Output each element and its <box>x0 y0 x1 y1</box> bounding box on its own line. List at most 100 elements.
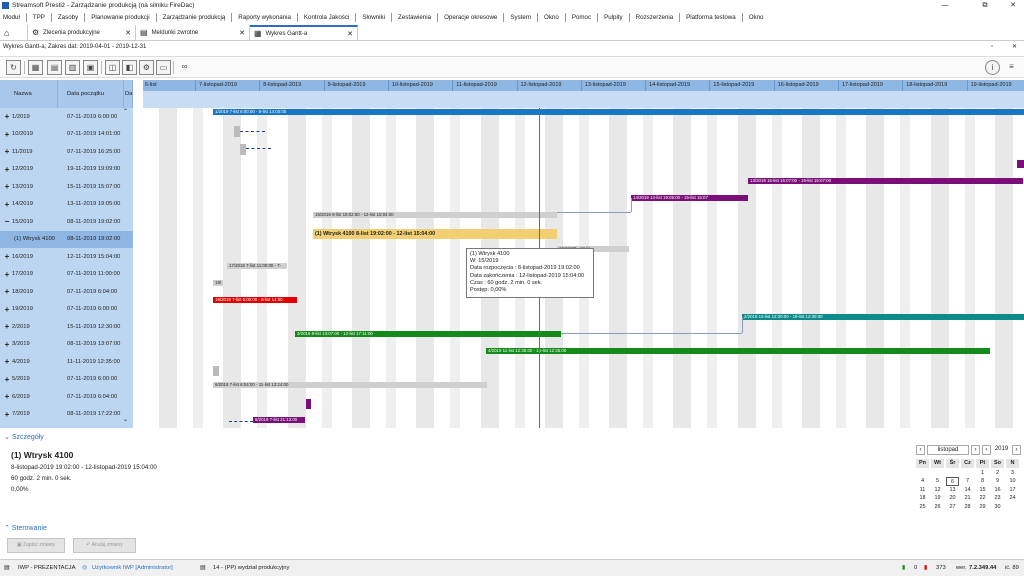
tab-home[interactable]: ⌂ <box>0 25 28 40</box>
calendar-day[interactable]: 5 <box>931 477 944 486</box>
expand-toggle-icon[interactable]: + <box>3 357 11 366</box>
expand-toggle-icon[interactable]: + <box>3 200 11 209</box>
view-icon[interactable]: ▥ <box>65 60 80 75</box>
expand-toggle-icon[interactable]: + <box>3 392 11 401</box>
calendar-day[interactable]: 2 <box>991 469 1004 478</box>
menu-item-zasoby[interactable]: Zasoby <box>58 14 78 21</box>
calendar-day[interactable]: 25 <box>916 503 929 512</box>
calendar-day[interactable]: 21 <box>961 494 974 503</box>
table-row[interactable]: +2/2019 15-11-2019 12:30:00 <box>0 318 133 336</box>
menu-item-kontrola[interactable]: Kontrola Jakości <box>304 14 349 21</box>
expand-toggle-icon[interactable]: + <box>3 287 11 296</box>
close-icon[interactable]: ✕ <box>347 30 353 38</box>
calendar-day[interactable]: 9 <box>991 477 1004 486</box>
expand-toggle-icon[interactable]: + <box>3 112 11 121</box>
calendar-day[interactable]: 29 <box>976 503 989 512</box>
table-row[interactable]: +14/2019 13-11-2019 19:05:00 <box>0 196 133 214</box>
menu-item-pulpity[interactable]: Pulpity <box>604 14 623 21</box>
restore-icon[interactable]: ▫ <box>991 42 993 53</box>
tab-zlecenia[interactable]: ⚙ Zlecenia produkcyjne ✕ <box>28 25 136 40</box>
expand-toggle-icon[interactable]: + <box>3 147 11 156</box>
calendar-day[interactable]: 7 <box>961 477 974 486</box>
close-icon[interactable]: ✕ <box>239 29 245 37</box>
calendar-day[interactable]: 16 <box>991 486 1004 495</box>
table-row[interactable]: +8/201907-11-2019 21:13:00 <box>0 423 133 428</box>
calendar-day[interactable]: 22 <box>976 494 989 503</box>
expand-toggle-icon[interactable]: + <box>3 410 11 419</box>
save-icon[interactable]: ▣ <box>83 60 98 75</box>
expand-toggle-icon[interactable]: + <box>3 375 11 384</box>
document-red-icon[interactable]: ▮ <box>924 565 927 571</box>
menu-item-okno-2[interactable]: Okno <box>749 14 764 21</box>
calendar-day[interactable]: 27 <box>946 503 959 512</box>
calendar-day[interactable]: 14 <box>961 486 974 495</box>
calendar-day[interactable]: 20 <box>946 494 959 503</box>
expand-toggle-icon[interactable]: + <box>3 270 11 279</box>
expand-toggle-icon[interactable]: + <box>3 427 11 428</box>
menu-item-modul[interactable]: Moduł <box>3 14 20 21</box>
table-row[interactable]: −15/2019 08-11-2019 19:02:00 <box>0 213 133 231</box>
table-row[interactable]: +16/2019 12-11-2019 15:04:00 <box>0 248 133 266</box>
calendar-day[interactable]: 24 <box>1006 494 1019 503</box>
column-header-extra[interactable]: Da <box>124 80 133 108</box>
close-button[interactable]: ✕ <box>1002 0 1024 11</box>
calendar-day[interactable]: 15 <box>976 486 989 495</box>
expand-toggle-icon[interactable]: − <box>3 217 11 226</box>
table-row[interactable]: +4/2019 11-11-2019 12:35:00 <box>0 353 133 371</box>
menu-icon[interactable]: ≡ <box>1004 60 1019 75</box>
menu-item-zarzadzanie[interactable]: Zarządzanie produkcją <box>163 14 226 21</box>
gantt-milestone-5[interactable] <box>213 366 219 376</box>
expand-toggle-icon[interactable]: + <box>3 305 11 314</box>
table-row[interactable]: +7/2019 08-11-2019 17:22:00 <box>0 406 133 424</box>
table-row[interactable]: +13/2019 15-11-2019 15:07:00 <box>0 178 133 196</box>
calendar-day[interactable]: 8 <box>976 477 989 486</box>
expand-toggle-icon[interactable]: + <box>3 182 11 191</box>
next-year-button[interactable]: › <box>1012 445 1021 455</box>
calendar-day[interactable]: 30 <box>991 503 1004 512</box>
calendar-day[interactable]: 11 <box>916 486 929 495</box>
gantt-bar-18[interactable]: 18/ <box>213 280 223 286</box>
calendar-day[interactable]: 23 <box>991 494 1004 503</box>
table-row[interactable]: +12/2019 19-11-2019 19:09:00 <box>0 161 133 179</box>
calendar-day[interactable]: 28 <box>961 503 974 512</box>
grid-scrollbar[interactable]: ⌃ ⌄ <box>122 108 130 428</box>
gantt-bar-2[interactable]: 2/2019 15-list 12:30:00 - 19-list 12:30:… <box>742 314 1024 320</box>
expand-toggle-icon[interactable]: + <box>3 252 11 261</box>
menu-item-zestawienia[interactable]: Zestawienia <box>398 14 431 21</box>
layout-icon[interactable]: ◧ <box>122 60 137 75</box>
close-icon[interactable]: ✕ <box>125 29 131 37</box>
gantt-bar-15[interactable]: 15/2019 8-list 19:02:00 - 12-list 15:04:… <box>313 212 557 218</box>
column-header-name[interactable]: Nazwa <box>0 80 58 108</box>
save-changes-button[interactable]: ▣ Zapisz zmiany <box>7 538 65 553</box>
prev-year-button[interactable]: ‹ <box>982 445 991 455</box>
tab-meldunki[interactable]: ▤ Meldunki zwrotne ✕ <box>136 25 250 40</box>
gantt-bar-4[interactable]: 4/2019 11-list 12:35:00 - 15-list 12:35:… <box>486 348 990 354</box>
expand-toggle-icon[interactable]: + <box>3 165 11 174</box>
menu-item-raporty[interactable]: Raporty wykonania <box>238 14 291 21</box>
calendar-day[interactable]: 12 <box>931 486 944 495</box>
table-row[interactable]: +1/2019 07-11-2019 6:00:00 <box>0 108 133 126</box>
chevron-up-icon[interactable]: ⌃ <box>123 108 128 115</box>
table-row[interactable]: +19/2019 07-11-2019 6:00:00 <box>0 301 133 319</box>
maximize-button[interactable]: ⧉ <box>974 0 996 11</box>
chevron-down-icon[interactable]: ⌄ <box>123 416 128 423</box>
gantt-bar-6[interactable]: 6/2019 7-list 6:04:00 - 11-list 13:24:00 <box>213 382 487 388</box>
table-row[interactable]: +6/2019 07-11-2019 6:04:00 <box>0 388 133 406</box>
info-icon[interactable]: i <box>985 60 1000 75</box>
menu-item-system[interactable]: System <box>510 14 531 21</box>
menu-item-okno[interactable]: Okno <box>544 14 559 21</box>
gantt-bar-8[interactable]: 8/2019 7-list 21:13:00 <box>253 417 305 423</box>
column-header-start[interactable]: Data początku <box>58 80 124 108</box>
menu-item-rozszerzenia[interactable]: Rozszerzenia <box>636 14 674 21</box>
gantt-bar-3[interactable]: 3/2019 8-list 13:07:00 - 12-list 17:11:0… <box>295 331 561 337</box>
menu-item-platforma[interactable]: Platforma testowa <box>686 14 736 21</box>
table-row[interactable]: +10/2019 07-11-2019 14:01:00 <box>0 126 133 144</box>
view-icon[interactable]: ▤ <box>47 60 62 75</box>
mini-calendar[interactable]: ‹ listopad › ‹ 2019 › Pn Wt Śr Cz Pt So N 1 2 3 4 5… <box>916 445 1021 520</box>
table-row[interactable]: +18/2019 07-11-2019 6:04:00 <box>0 283 133 301</box>
next-month-button[interactable]: › <box>971 445 980 455</box>
steer-toggle[interactable]: ⌃ Sterowanie <box>4 524 47 532</box>
table-row[interactable]: +11/2019 07-11-2019 16:25:00 <box>0 143 133 161</box>
menu-item-slowniki[interactable]: Słowniki <box>362 14 385 21</box>
tab-gantt[interactable]: ▦ Wykres Gantt-a ✕ <box>250 25 358 40</box>
